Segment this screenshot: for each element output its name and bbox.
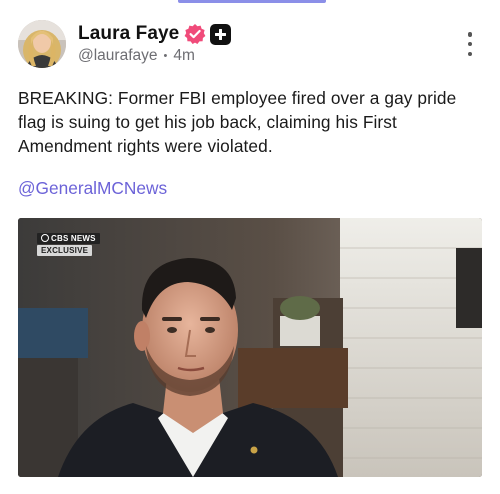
author-meta-row: @laurafaye • 4m (78, 47, 195, 65)
post-card[interactable]: Laura Faye @laurafaye • 4m BREAKING: For… (0, 0, 500, 494)
plus-badge-icon (210, 23, 232, 45)
post-header: Laura Faye @laurafaye • 4m (18, 18, 484, 70)
verified-badge-icon (184, 23, 206, 45)
avatar[interactable] (18, 20, 66, 68)
cbs-eye-icon (41, 234, 49, 242)
author-display-name[interactable]: Laura Faye (78, 23, 179, 45)
mention-link[interactable]: @GeneralMCNews (18, 178, 167, 199)
video-frame-image (18, 218, 482, 477)
post-body-text: BREAKING: Former FBI employee fired over… (18, 88, 457, 156)
more-vertical-icon[interactable] (466, 32, 474, 56)
post-video-thumbnail[interactable]: CBS NEWS EXCLUSIVE (18, 218, 482, 477)
watermark-line1: CBS NEWS (51, 234, 96, 243)
cbs-news-watermark: CBS NEWS EXCLUSIVE (37, 233, 100, 256)
watermark-line2: EXCLUSIVE (37, 245, 93, 256)
author-name-row: Laura Faye (78, 21, 232, 47)
meta-separator: • (163, 50, 168, 62)
post-timestamp: 4m (173, 47, 195, 64)
author-handle[interactable]: @laurafaye (78, 47, 158, 65)
